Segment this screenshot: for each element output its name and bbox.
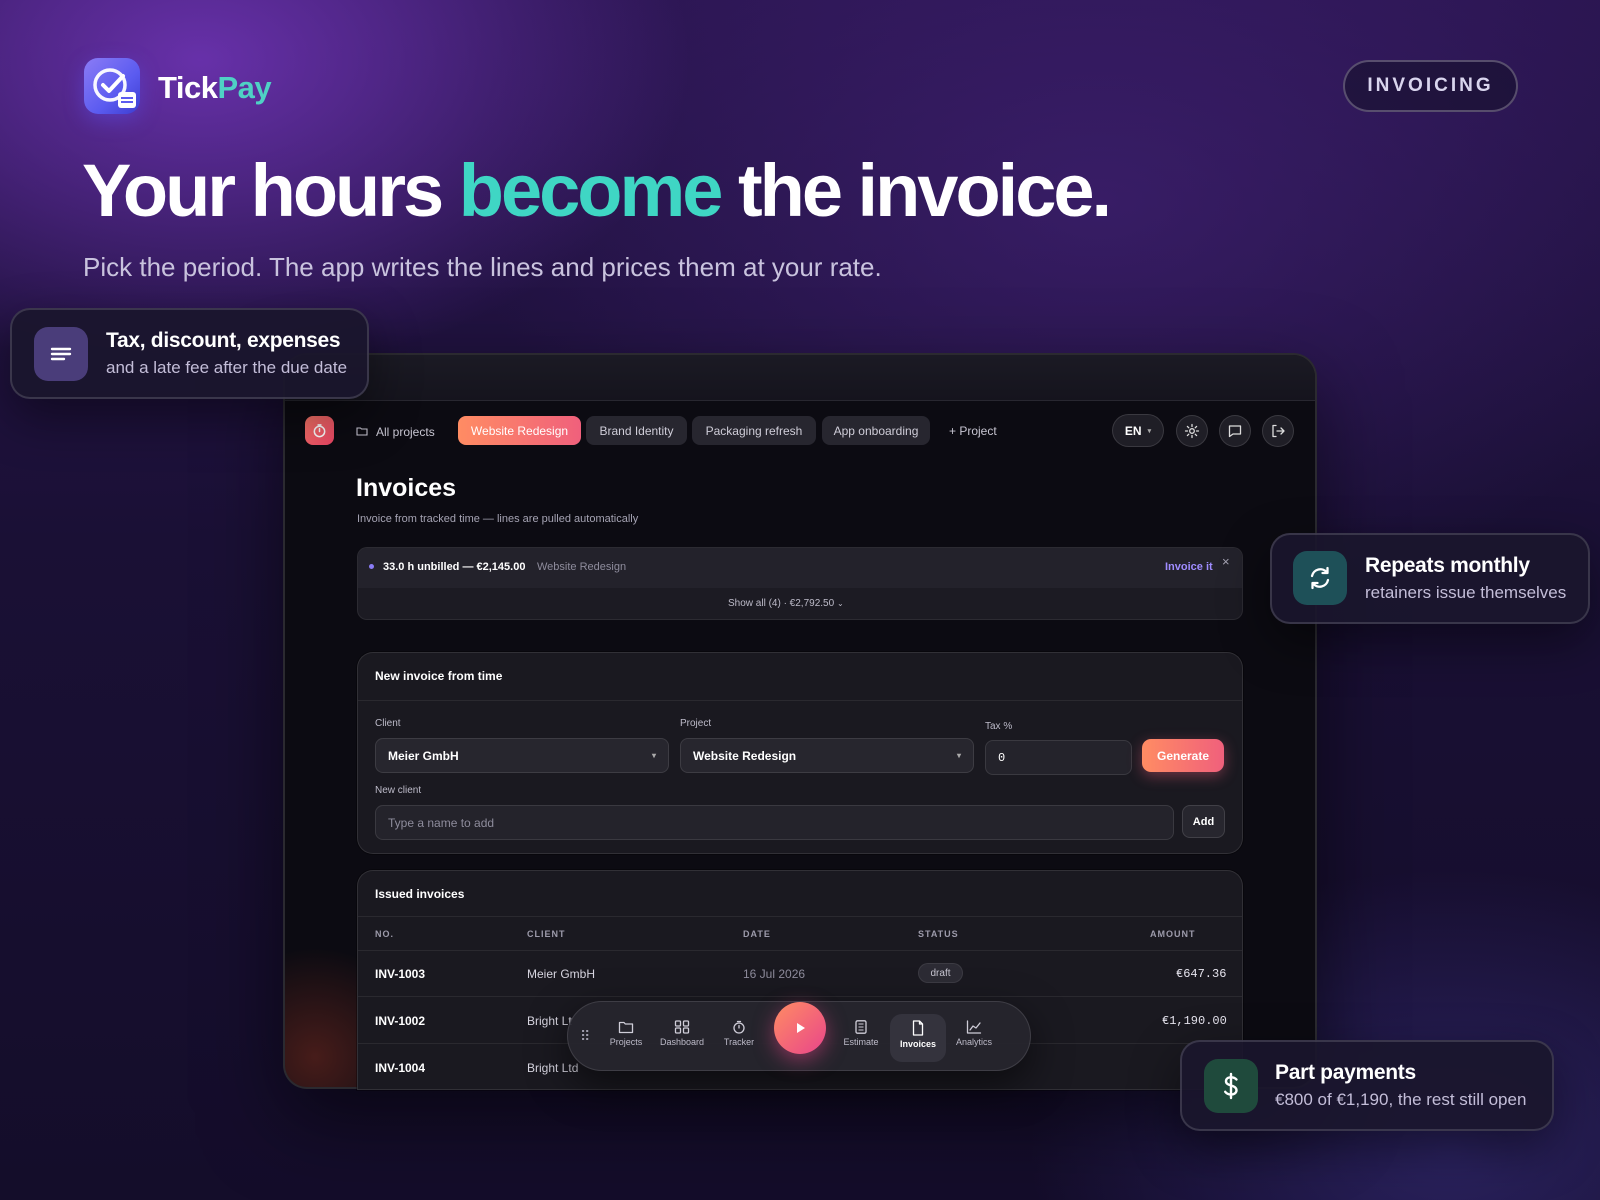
add-project-button[interactable]: + Project [949,424,997,438]
dock-dashboard[interactable]: Dashboard [654,1020,710,1047]
tax-input[interactable]: 0 [985,740,1132,775]
tickpay-logo [84,58,140,114]
stopwatch-app-icon[interactable] [305,416,334,445]
status-badge: draft [918,963,963,983]
dock-projects[interactable]: Projects [598,1020,654,1047]
issued-invoices-title: Issued invoices [375,887,465,901]
tab-brand-identity[interactable]: Brand Identity [586,416,687,445]
col-header-date: DATE [743,929,771,939]
folder-icon [618,1021,634,1034]
project-select[interactable]: Website Redesign ▾ [680,738,974,773]
table-row-amount: €1,190.00 [1162,1014,1227,1028]
table-row-date: 16 Jul 2026 [743,967,806,981]
generate-button[interactable]: Generate [1142,739,1224,772]
page-title: Invoices [356,474,457,502]
table-row-client: Meier GmbH [527,967,596,981]
unbilled-summary: 33.0 h unbilled — €2,145.00 [383,561,526,573]
dock-tracker[interactable]: Tracker [711,1020,767,1047]
show-all-toggle[interactable]: Show all (4) · €2,792.50 ⌄ [728,598,844,609]
col-header-amount: AMOUNT [1150,929,1196,939]
page-subtitle: Invoice from tracked time — lines are pu… [357,513,639,525]
feature-subtitle: €800 of €1,190, the rest still open [1275,1090,1527,1109]
table-row-no[interactable]: INV-1003 [375,967,425,981]
chart-icon [966,1020,982,1034]
invoicing-badge: INVOICING [1343,60,1518,112]
tax-label: Tax % [985,721,1013,732]
dollar-icon [1204,1059,1258,1113]
col-header-no: NO. [375,929,395,939]
dock-invoices[interactable]: Invoices [890,1014,946,1062]
client-select[interactable]: Meier GmbH ▾ [375,738,669,773]
gear-icon [1184,423,1200,439]
tab-packaging-refresh[interactable]: Packaging refresh [692,416,816,445]
col-header-status: STATUS [918,929,959,939]
chevron-down-icon: ▾ [1147,427,1152,435]
logout-icon [1272,424,1285,438]
project-label: Project [680,718,712,729]
invoice-it-link[interactable]: Invoice it [1165,561,1213,573]
calculator-icon [855,1020,867,1034]
unbilled-project: Website Redesign [537,561,627,573]
feature-title: Repeats monthly [1365,554,1530,577]
refresh-icon [1293,551,1347,605]
brand-name: TickPay [158,70,272,105]
window-titlebar [285,355,1315,401]
table-row-no[interactable]: INV-1002 [375,1014,425,1028]
feedback-button[interactable] [1219,415,1251,447]
table-row-no[interactable]: INV-1004 [375,1061,425,1075]
table-row-client: Bright Ltd [527,1061,579,1075]
close-icon[interactable]: × [1222,554,1230,569]
feature-title: Part payments [1275,1061,1416,1084]
col-header-client: CLIENT [527,929,566,939]
tab-app-onboarding[interactable]: App onboarding [822,416,930,445]
new-client-input[interactable]: Type a name to add [375,805,1174,840]
unbilled-banner [357,547,1243,620]
headline: Your hours become the invoice. [82,149,1112,232]
play-icon [797,1023,805,1033]
dock-analytics[interactable]: Analytics [946,1020,1002,1047]
add-client-button[interactable]: Add [1182,805,1225,838]
new-client-label: New client [375,785,422,796]
new-invoice-title: New invoice from time [375,669,503,683]
start-timer-button[interactable] [774,1002,826,1054]
chevron-down-icon: ▾ [651,751,656,760]
divider [358,700,1242,701]
status-dot [369,564,374,569]
logout-button[interactable] [1262,415,1294,447]
tab-website-redesign[interactable]: Website Redesign [458,416,581,445]
feature-title: Tax, discount, expenses [106,329,341,352]
feature-subtitle: retainers issue themselves [1365,583,1567,602]
grid-icon [674,1020,690,1034]
chevron-down-icon: ▾ [956,751,961,760]
lines-icon [34,327,88,381]
chevron-down-icon: ⌄ [836,599,844,608]
document-icon [912,1020,924,1036]
folder-icon [356,427,368,436]
stopwatch-icon [733,1020,745,1034]
table-row-amount: €647.36 [1176,967,1227,981]
drag-handle-icon[interactable]: ⠿ [580,1028,590,1045]
settings-button[interactable] [1176,415,1208,447]
client-label: Client [375,718,401,729]
feature-subtitle: and a late fee after the due date [106,358,348,377]
subhead: Pick the period. The app writes the line… [83,252,882,282]
chat-icon [1228,425,1242,438]
dock-estimate[interactable]: Estimate [833,1020,889,1047]
language-selector[interactable]: EN ▾ [1112,414,1164,447]
table-row-client: Bright Lt [527,1014,572,1028]
